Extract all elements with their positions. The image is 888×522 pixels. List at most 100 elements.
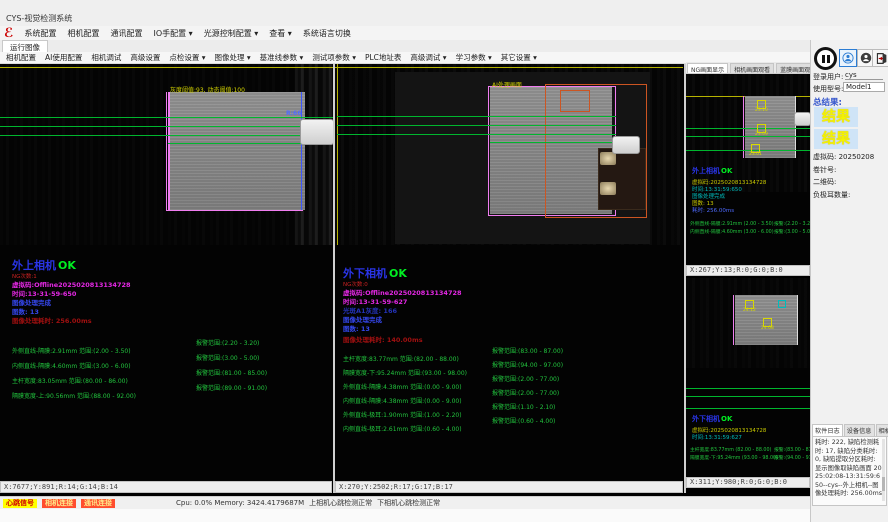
mid-cam-connector-part	[612, 136, 640, 154]
tool-other-settings[interactable]: 其它设置 ▾	[501, 52, 537, 63]
exit-door-icon	[875, 52, 888, 65]
mid-cam-measure-line-1	[337, 116, 616, 117]
tool-advanced-settings[interactable]: 高级设置	[130, 52, 160, 63]
tab-camera-view[interactable]: 相机画面观看	[730, 63, 774, 73]
tool-plc-address-table[interactable]: PLC地址表	[365, 52, 401, 63]
tool-baseline-params[interactable]: 基准线参数 ▾	[260, 52, 304, 63]
comm-connect-badge: 通讯连接	[81, 499, 115, 508]
model-value[interactable]: Model1	[843, 82, 885, 92]
small-top-annotation-label: 23.10	[755, 108, 768, 113]
mid-cam-ok-status: OK	[389, 267, 407, 280]
alarm-text: 报警:(2.20 - 3.20)	[774, 220, 810, 227]
measure-text: 隔膜宽度-上:90.56mm 范围:(88.00 - 92.00)	[12, 393, 136, 400]
small-bottom-coordinate-bar: X:311;Y:980;R:0;G:0;B:0	[686, 477, 810, 488]
small-bottom-annotation-label: 24.12	[743, 308, 756, 313]
small-top-measure-line-3	[686, 150, 810, 151]
left-cam-product-region	[168, 92, 305, 210]
virtual-code-value: 虚拟码: 20250208	[813, 152, 874, 162]
menu-camera-config[interactable]: 相机配置	[67, 28, 99, 39]
reel-number-label: 卷针号:	[813, 165, 836, 175]
log-scrollbar[interactable]	[882, 439, 885, 501]
left-cam-ok-status: OK	[58, 259, 76, 272]
left-cam-roi-bottom-line	[166, 210, 303, 211]
menu-view[interactable]: 查看 ▾	[269, 28, 292, 39]
mid-cam-scanline	[335, 67, 683, 68]
small-top-annotation-label: 23.01	[749, 152, 762, 157]
exit-button[interactable]	[872, 49, 888, 67]
small-top-measure-line-2	[686, 136, 810, 137]
menu-comm-config[interactable]: 通讯配置	[110, 28, 142, 39]
log-area: 耗时: 222, 缺陷检测耗时: 17, 缺陷分类耗时: 0, 缺陷提取分区耗时…	[812, 436, 887, 506]
left-cam-threshold-overlay: 灰度阈值:93, 动态阈值:100	[170, 85, 245, 94]
left-cam-connector-part	[300, 119, 333, 145]
tool-learning-params[interactable]: 学习参数 ▾	[456, 52, 492, 63]
menu-system-config[interactable]: 系统配置	[24, 28, 56, 39]
cpu-memory-text: Cpu: 0.0% Memory: 3424.4179687M	[176, 499, 304, 507]
menu-language-switch[interactable]: 系统语言切换	[303, 28, 351, 39]
pause-button[interactable]	[814, 47, 837, 70]
alarm-text: 报警范围:(1.10 - 2.10)	[492, 402, 555, 411]
mid-camera-view[interactable]: AI处理画面 外下相机OK NG次数:0 虚拟码:Offline20250208…	[335, 64, 683, 481]
small-top-measure-line-1	[686, 128, 810, 129]
login-user-button[interactable]	[839, 49, 857, 67]
small-top-name: 外上相机	[692, 167, 720, 175]
measure-text: 内侧直线-隔膜:4.60mm (3.00 - 6.00)	[690, 230, 774, 235]
user-outline-icon	[842, 52, 854, 64]
mid-cam-measure-row: 内侧直线-极耳:2.61mm 范围:(0.60 - 4.00) 报警范围:(0.…	[343, 416, 462, 435]
tab-ng-view[interactable]: NG画面显示	[687, 63, 728, 73]
alarm-text: 报警范围:(2.20 - 3.20)	[196, 338, 259, 347]
small-top-connector-part	[794, 112, 810, 126]
window-title: CYS-视觉检测系统	[6, 13, 72, 24]
small-bottom-green-row: 隔膜宽度-下:95.24mm (93.00 - 98.00) 报警:(94.00…	[690, 454, 778, 461]
mid-cam-ai-overlay: AI处理画面	[492, 80, 522, 89]
login-user-value[interactable]: cys	[845, 71, 883, 80]
left-cam-measure-line-1	[0, 117, 333, 118]
upper-cam-heartbeat-text: 上相机心跳检测正常	[309, 498, 372, 508]
small-bottom-name: 外下相机	[692, 415, 720, 423]
alarm-text: 报警范围:(3.00 - 5.00)	[196, 353, 259, 362]
small-top-result-title: 外上相机OK	[692, 166, 732, 176]
tool-image-processing[interactable]: 图像处理 ▾	[215, 52, 251, 63]
alarm-text: 报警范围:(94.00 - 97.00)	[492, 360, 563, 369]
left-cam-measure-line-4	[168, 143, 303, 144]
tool-advanced-debug[interactable]: 高级调试 ▾	[410, 52, 446, 63]
small-bottom-cyan-mark	[778, 300, 786, 308]
small-bottom-measure-line-3	[686, 408, 810, 409]
alarm-text: 报警:(94.00 - 97.00)	[774, 454, 810, 461]
bottom-filler	[0, 509, 810, 522]
tool-spotcheck-settings[interactable]: 点检设置 ▾	[169, 52, 205, 63]
login-user-label: 登录用户:	[813, 72, 843, 82]
alarm-text: 报警范围:(2.00 - 77.00)	[492, 374, 559, 383]
lower-cam-heartbeat-text: 下相机心跳检测正常	[377, 498, 440, 508]
alarm-text: 报警:(3.00 - 5.00)	[774, 228, 810, 235]
menu-light-config[interactable]: 光源控制配置 ▾	[204, 28, 259, 39]
left-camera-view[interactable]: 灰度阈值:93, 动态阈值:100 R:66 外上相机OK NG次数:1 虚拟码…	[0, 64, 333, 481]
mid-cam-name: 外下相机	[343, 267, 387, 280]
mid-cam-measure-line-4	[490, 142, 616, 143]
heartbeat-badge: 心跳信号	[3, 499, 37, 508]
small-bottom-annotation-label: 24.08	[761, 326, 774, 331]
app-logo-icon: ℰ	[4, 27, 13, 40]
log-scrollbar-thumb[interactable]	[882, 477, 885, 491]
measure-text: 主杆宽度:83.77mm (82.00 - 88.00)	[690, 448, 771, 453]
measure-text: 隔膜宽度-下:95.24mm (93.00 - 98.00)	[690, 456, 778, 461]
alarm-text: 报警范围:(83.00 - 87.00)	[492, 346, 563, 355]
small-bottom-green-row: 主杆宽度:83.77mm (82.00 - 88.00) 报警:(83.00 -…	[690, 446, 771, 453]
tool-test-params[interactable]: 测试项参数 ▾	[312, 52, 356, 63]
model-label: 使用型号:	[813, 84, 843, 94]
tool-ai-usage-config[interactable]: AI使用配置	[45, 52, 82, 63]
mid-cam-elapsed: 图像处理耗时: 140.00ms	[343, 334, 423, 344]
mid-cam-result-title: 外下相机OK	[343, 265, 407, 281]
small-bottom-info-row: 时间:13:31:59:627	[692, 433, 742, 441]
pause-icon	[822, 55, 825, 63]
tool-camera-config[interactable]: 相机配置	[6, 52, 36, 63]
left-cam-coordinate-bar: X:7677;Y:891;R:14;G:14;B:14	[0, 481, 332, 493]
small-top-info-row: 耗时: 256.00ms	[692, 206, 734, 214]
small-bottom-camera-view[interactable]: 24.12 24.08 外下相机OK 虚拟码:2025020813134728 …	[686, 278, 810, 476]
small-bottom-roi-line	[733, 295, 734, 345]
qr-code-label: 二维码:	[813, 177, 836, 187]
tool-camera-debug[interactable]: 相机调试	[91, 52, 121, 63]
small-top-camera-view[interactable]: 23.10 23.09 23.01 外上相机OK 虚拟码:20250208131…	[686, 74, 810, 265]
result-badge-top: 结果	[814, 107, 858, 127]
menu-io-config[interactable]: IO手配置 ▾	[153, 28, 192, 39]
